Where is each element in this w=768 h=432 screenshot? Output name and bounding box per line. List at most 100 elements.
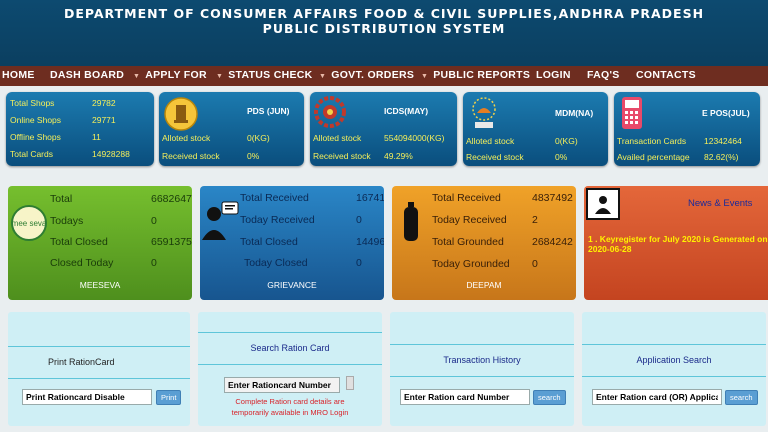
search-card-submit[interactable]	[346, 376, 354, 390]
chevron-down-icon: ▼	[216, 73, 224, 80]
search-ration-card-panel: Search Ration Card Complete Ration card …	[198, 312, 382, 426]
panel-divider	[390, 344, 574, 345]
pos-terminal-icon	[622, 97, 642, 129]
panel-divider	[582, 376, 766, 377]
meeseva-closed-today-value: 0	[151, 257, 157, 269]
total-cards-value: 14928288	[92, 149, 130, 159]
panel-divider	[198, 364, 382, 365]
application-search-input[interactable]	[592, 389, 722, 405]
chevron-down-icon: ▼	[319, 73, 327, 80]
icds-received-label: Received stock	[313, 151, 371, 161]
shops-card: Total Shops 29782 Online Shops 29771 Off…	[6, 92, 154, 166]
grievance-received-label: Total Received	[240, 192, 309, 204]
pds-alloted-label: Alloted stock	[162, 133, 211, 143]
grievance-footer: GRIEVANCE	[267, 280, 317, 290]
grievance-today-received-label: Today Received	[240, 214, 315, 226]
grievance-tile[interactable]: Total Received 16741 Today Received 0 To…	[200, 186, 384, 300]
mdm-card[interactable]: MDM(NA) Alloted stock 0(KG) Received sto…	[463, 92, 608, 166]
main-nav: HOME DASH BOARD ▼ APPLY FOR ▼ STATUS CHECK…	[0, 66, 768, 86]
deepam-received-label: Total Received	[432, 192, 501, 204]
print-ration-card-panel: Print RationCard Print	[8, 312, 190, 426]
meeseva-closed-label: Total Closed	[50, 236, 108, 248]
meeseva-closed-today-label: Closed Today	[50, 257, 114, 269]
online-shops-label: Online Shops	[10, 115, 62, 125]
nav-apply-for[interactable]: ▼ APPLY FOR	[133, 69, 207, 81]
icds-alloted-value: 554094000(KG)	[384, 133, 445, 143]
pds-received-value: 0%	[247, 151, 260, 161]
mdm-logo-icon	[472, 97, 496, 128]
total-shops-label: Total Shops	[10, 98, 55, 108]
transaction-ration-card-input[interactable]	[400, 389, 530, 405]
panel-divider	[582, 344, 766, 345]
nav-public-reports[interactable]: ▼ PUBLIC REPORTS	[421, 69, 530, 81]
meeseva-footer: MEESEVA	[79, 280, 121, 290]
news-item-text[interactable]: 1 . Keyregister for July 2020 is Generat…	[588, 234, 768, 244]
epos-transaction-value: 12342464	[704, 136, 742, 146]
transaction-history-title: Transaction History	[443, 355, 521, 365]
nav-dashboard[interactable]: DASH BOARD	[50, 69, 124, 81]
icds-logo-icon	[314, 96, 346, 128]
deepam-today-received-label: Today Received	[432, 214, 507, 226]
meeseva-todays-label: Todays	[50, 215, 84, 227]
icds-title: ICDS(MAY)	[384, 106, 429, 116]
nav-status-check[interactable]: ▼ STATUS CHECK	[216, 69, 313, 81]
icds-card[interactable]: ICDS(MAY) Alloted stock 554094000(KG) Re…	[310, 92, 457, 166]
total-cards-label: Total Cards	[10, 149, 53, 159]
deepam-received-value: 4837492	[532, 192, 573, 204]
panel-divider	[8, 346, 190, 347]
news-tile: News & Events 1 . Keyregister for July 2…	[584, 186, 768, 300]
application-search-title: Application Search	[636, 355, 712, 365]
emblem-icon	[164, 97, 198, 131]
rationcard-number-input[interactable]	[224, 377, 340, 393]
online-shops-value: 29771	[92, 115, 116, 125]
news-item-date[interactable]: 2020-06-28	[588, 244, 631, 254]
mdm-received-label: Received stock	[466, 152, 524, 162]
deepam-today-grounded-label: Today Grounded	[432, 258, 510, 270]
mdm-alloted-label: Alloted stock	[466, 136, 515, 146]
meeseva-todays-value: 0	[151, 215, 157, 227]
print-button[interactable]: Print	[156, 390, 182, 405]
news-screen-icon	[586, 188, 620, 220]
pds-title: PDS (JUN)	[247, 106, 290, 116]
total-shops-value: 29782	[92, 98, 116, 108]
nav-login[interactable]: LOGIN	[536, 69, 571, 81]
gas-cylinder-icon	[404, 202, 418, 241]
nav-contacts[interactable]: CONTACTS	[636, 69, 696, 81]
offline-shops-value: 11	[92, 132, 101, 142]
transaction-history-panel: Transaction History search	[390, 312, 574, 426]
epos-availed-value: 82.62(%)	[704, 152, 739, 162]
panel-divider	[8, 378, 190, 379]
deepam-grounded-label: Total Grounded	[432, 236, 504, 248]
pds-card[interactable]: PDS (JUN) Alloted stock 0(KG) Received s…	[159, 92, 304, 166]
nav-faqs[interactable]: FAQ'S	[587, 69, 620, 81]
mdm-received-value: 0%	[555, 152, 568, 162]
epos-title: E POS(JUL)	[702, 108, 750, 118]
meeseva-logo-icon: mee seva	[11, 205, 47, 241]
transaction-search-button[interactable]: search	[533, 390, 566, 405]
offline-shops-label: Offline Shops	[10, 132, 61, 142]
header-subtitle: PUBLIC DISTRIBUTION SYSTEM	[262, 21, 506, 36]
grievance-today-closed-value: 0	[356, 257, 362, 269]
deepam-today-received-value: 2	[532, 214, 538, 226]
epos-transaction-label: Transaction Cards	[617, 136, 687, 146]
support-person-icon	[202, 201, 239, 240]
pds-received-label: Received stock	[162, 151, 220, 161]
meeseva-logo-text: mee seva	[12, 219, 47, 228]
deepam-grounded-value: 2684242	[532, 236, 573, 248]
deepam-today-grounded-value: 0	[532, 258, 538, 270]
meeseva-tile[interactable]: mee seva Total 6682647 Todays 0 Total Cl…	[8, 186, 192, 300]
application-search-button[interactable]: search	[725, 390, 758, 405]
search-note-line1: Complete Ration card details are	[235, 397, 345, 406]
site-header: DEPARTMENT OF CONSUMER AFFAIRS FOOD & CI…	[0, 0, 768, 66]
search-card-title: Search Ration Card	[250, 343, 330, 353]
pds-alloted-value: 0(KG)	[247, 133, 270, 143]
header-title: DEPARTMENT OF CONSUMER AFFAIRS FOOD & CI…	[63, 6, 705, 21]
deepam-tile[interactable]: Total Received 4837492 Today Received 2 …	[392, 186, 576, 300]
nav-home[interactable]: HOME	[2, 69, 35, 81]
epos-card[interactable]: E POS(JUL) Transaction Cards 12342464 Av…	[614, 92, 760, 166]
icds-alloted-label: Alloted stock	[313, 133, 362, 143]
meeseva-total-value: 6682647	[151, 193, 192, 205]
print-card-input[interactable]	[22, 389, 152, 405]
nav-govt-orders[interactable]: ▼ GOVT. ORDERS	[319, 69, 414, 81]
grievance-today-closed-label: Today Closed	[244, 257, 308, 269]
